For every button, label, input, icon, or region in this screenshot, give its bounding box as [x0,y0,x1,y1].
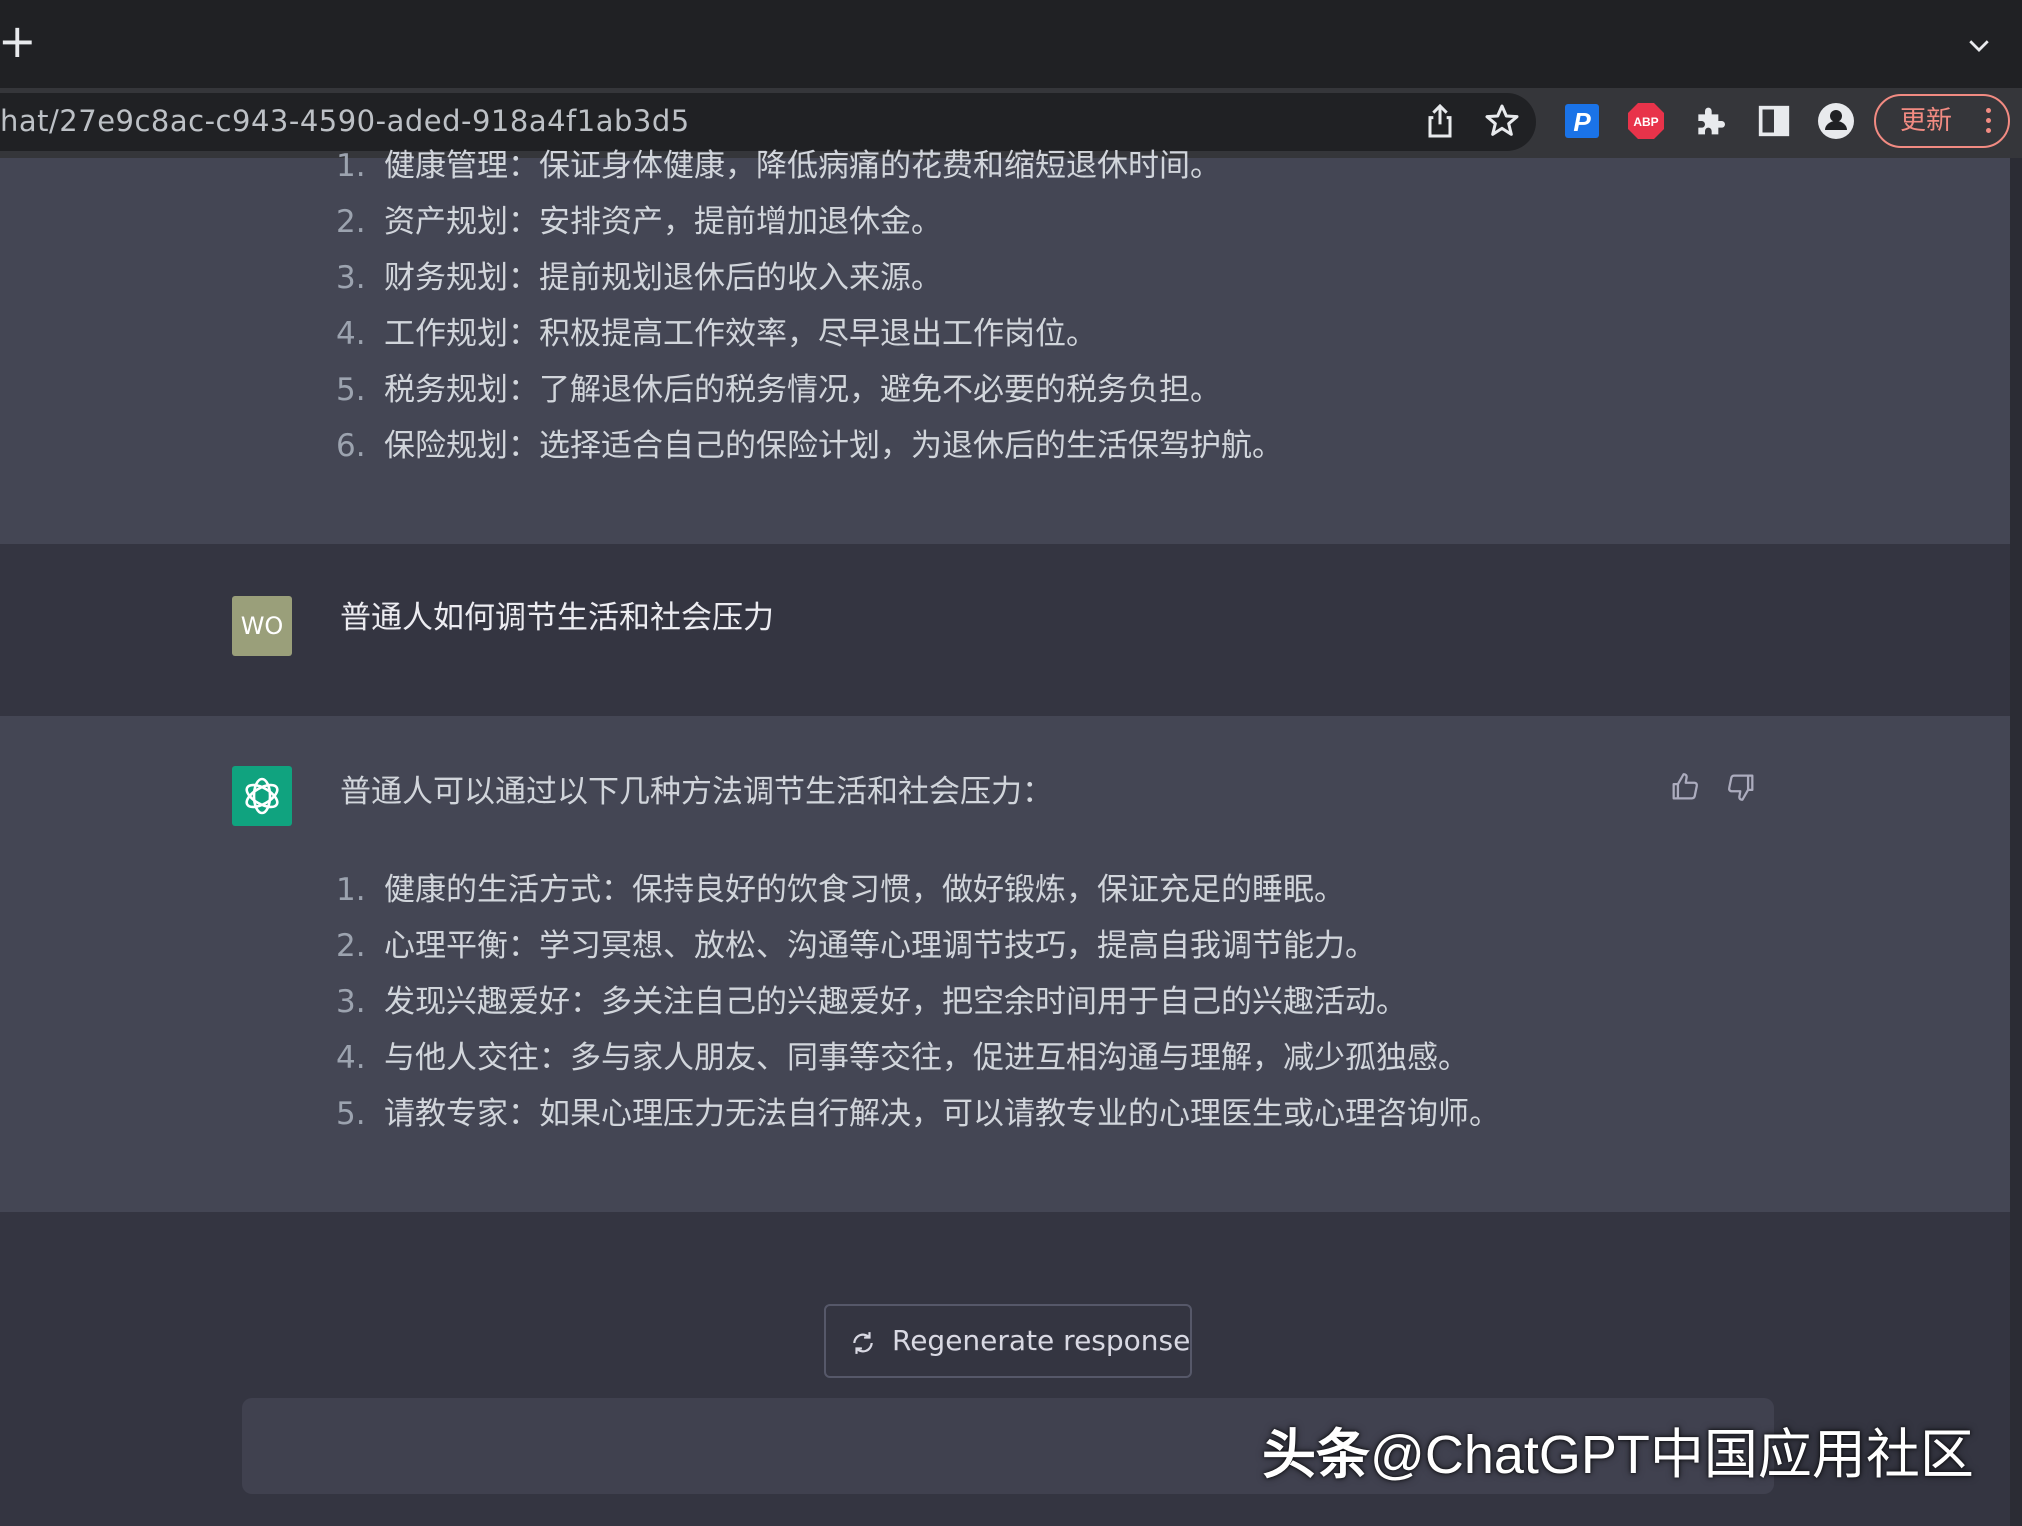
refresh-icon [853,1332,873,1354]
list-item-text: 健康管理：保证身体健康，降低病痛的花费和缩短退休时间。 [384,148,1221,184]
list-item-text: 心理平衡：学习冥想、放松、沟通等心理调节技巧，提高自我调节能力。 [384,928,1376,964]
list-item-number: 1. [336,872,366,908]
profile-icon[interactable] [1816,101,1856,141]
list-item-text: 工作规划：积极提高工作效率，尽早退出工作岗位。 [384,316,1097,352]
list-item-number: 6. [336,428,366,464]
chevron-down-icon[interactable] [1964,30,1994,60]
chatgpt-avatar [232,766,292,826]
update-button[interactable]: 更新 [1874,94,2010,148]
list-item-text: 税务规划：了解退休后的税务情况，避免不必要的税务负担。 [384,372,1221,408]
list-item-text: 健康的生活方式：保持良好的饮食习惯，做好锻炼，保证充足的睡眠。 [384,872,1345,908]
list-item-text: 财务规划：提前规划退休后的收入来源。 [384,260,942,296]
extension-p-icon[interactable]: P [1562,101,1602,141]
tab-strip: + [0,0,2022,88]
list-item-number: 2. [336,928,366,964]
new-tab-button[interactable]: + [0,18,37,64]
list-item-text: 与他人交往：多与家人朋友、同事等交往，促进互相沟通与理解，减少孤独感。 [384,1040,1469,1076]
extension-p-label: P [1573,107,1591,137]
regenerate-label: Regenerate response [892,1324,1191,1357]
more-menu-icon[interactable] [1986,108,1992,138]
answer-intro: 普通人可以通过以下几种方法调节生活和社会压力： [340,774,1053,810]
user-message-text: 普通人如何调节生活和社会压力 [340,600,774,636]
list-item-number: 5. [336,1096,366,1132]
side-panel-icon[interactable] [1754,101,1794,141]
thumbs-up-icon[interactable] [1668,770,1702,804]
list-item-text: 保险规划：选择适合自己的保险计划，为退休后的生活保驾护航。 [384,428,1283,464]
thumbs-down-icon[interactable] [1724,770,1758,804]
list-item-number: 5. [336,372,366,408]
user-avatar: WO [232,596,292,656]
bookmark-star-icon[interactable] [1482,101,1522,141]
openai-logo-icon [245,777,279,815]
adblock-icon[interactable]: ABP [1626,101,1666,141]
list-item-number: 4. [336,316,366,352]
adblock-label: ABP [1633,115,1658,129]
list-item-number: 3. [336,984,366,1020]
update-label: 更新 [1900,106,1953,136]
user-message: WO 普通人如何调节生活和社会压力 [0,544,2010,716]
url-text[interactable]: hat/27e9c8ac-c943-4590-aded-918a4f1ab3d5 [0,100,690,142]
list-item-number: 3. [336,260,366,296]
list-item-number: 1. [336,148,366,184]
watermark-brand: 头条 [1262,1425,1370,1485]
scrollbar[interactable] [2010,158,2022,1526]
list-item-number: 2. [336,204,366,240]
extensions-puzzle-icon[interactable] [1690,101,1730,141]
list-item-number: 4. [336,1040,366,1076]
list-item-text: 资产规划：安排资产，提前增加退休金。 [384,204,942,240]
regenerate-button[interactable]: Regenerate response [824,1304,1192,1378]
watermark-handle: @ChatGPT中国应用社区 [1370,1425,1974,1485]
watermark: 头条@ChatGPT中国应用社区 [1262,1422,1974,1488]
previous-assistant-message: 1. 健康管理：保证身体健康，降低病痛的花费和缩短退休时间。 2. 资产规划：安排资产… [0,148,2010,544]
list-item-text: 请教专家：如果心理压力无法自行解决，可以请教专业的心理医生或心理咨询师。 [384,1096,1500,1132]
share-icon[interactable] [1420,101,1460,141]
list-item-text: 发现兴趣爱好：多关注自己的兴趣爱好，把空余时间用于自己的兴趣活动。 [384,984,1407,1020]
assistant-message: 普通人可以通过以下几种方法调节生活和社会压力： 1. 健康的生活方式：保持良好的饮… [0,716,2010,1212]
